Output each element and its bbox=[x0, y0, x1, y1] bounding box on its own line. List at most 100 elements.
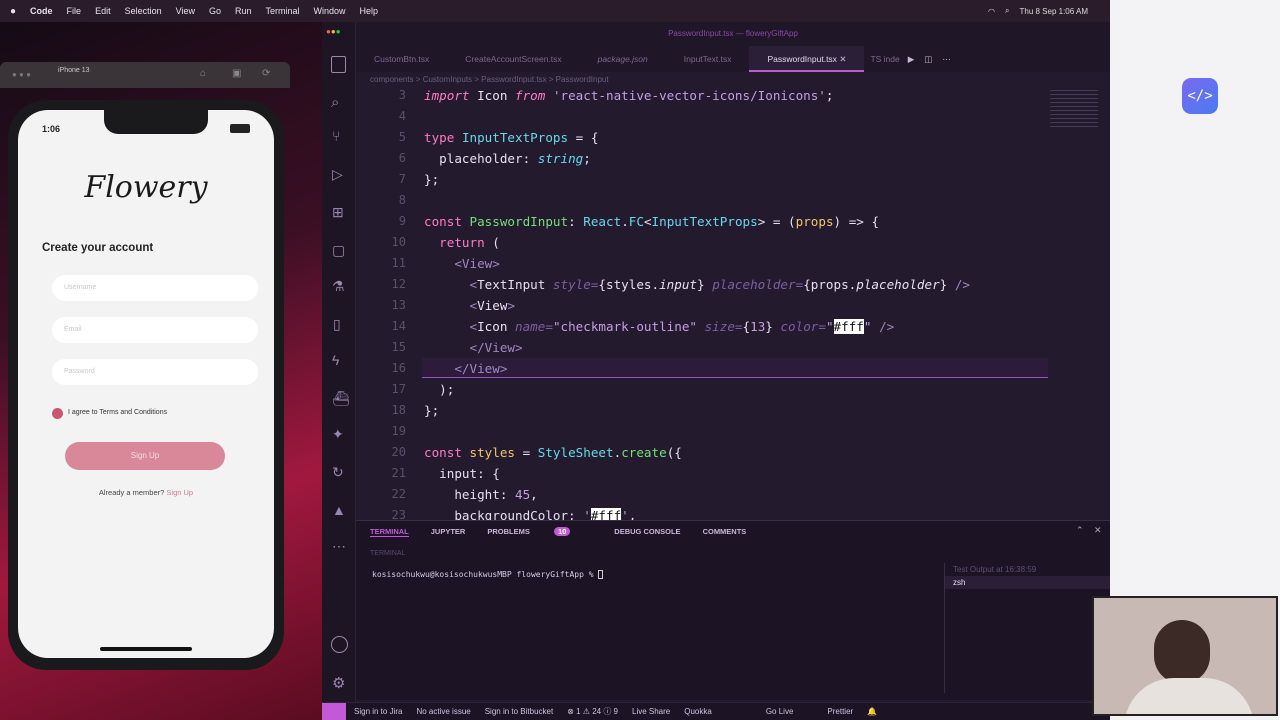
editor-tabs: CustomBtn.tsx CreateAccountScreen.tsx pa… bbox=[356, 46, 1110, 72]
menu-terminal[interactable]: Terminal bbox=[266, 6, 300, 16]
bottom-panel: TERMINAL JUPYTER PROBLEMS 10 DEBUG CONSO… bbox=[356, 520, 1110, 700]
remote-indicator[interactable] bbox=[322, 702, 346, 720]
menu-run[interactable]: Run bbox=[235, 6, 252, 16]
email-field[interactable]: Email bbox=[52, 317, 258, 343]
window-controls[interactable]: ●●● bbox=[326, 27, 341, 36]
home-icon[interactable]: ⌂ bbox=[200, 68, 206, 79]
wifi-icon[interactable]: ◠ bbox=[988, 7, 995, 16]
line-number: 4 bbox=[398, 109, 406, 123]
more-actions-icon[interactable]: ⋯ bbox=[942, 54, 951, 65]
status-quokka[interactable]: Quokka bbox=[684, 707, 712, 716]
line-number: 11 bbox=[391, 256, 406, 270]
accounts-icon[interactable] bbox=[331, 636, 348, 653]
iphone-simulator: 1:06 Flowery Create your account Usernam… bbox=[8, 100, 284, 670]
extensions-icon[interactable]: ⊞ bbox=[332, 204, 344, 221]
person-silhouette bbox=[1154, 620, 1210, 684]
menu-file[interactable]: File bbox=[67, 6, 82, 16]
line-number: 3 bbox=[398, 88, 406, 102]
code-line: ); bbox=[424, 382, 455, 397]
menu-help[interactable]: Help bbox=[360, 6, 379, 16]
tab-createaccountscreen[interactable]: CreateAccountScreen.tsx bbox=[447, 46, 579, 72]
menu-app-name[interactable]: Code bbox=[30, 6, 53, 16]
menu-selection[interactable]: Selection bbox=[125, 6, 162, 16]
menu-window[interactable]: Window bbox=[314, 6, 346, 16]
person-shoulders bbox=[1124, 678, 1254, 714]
status-go-live[interactable]: Go Live bbox=[766, 707, 794, 716]
rotate-icon[interactable]: ⟳ bbox=[262, 68, 270, 79]
terminal-section-label: TERMINAL bbox=[370, 550, 406, 557]
battery-icon bbox=[230, 124, 250, 133]
status-prettier[interactable]: Prettier bbox=[827, 707, 853, 716]
tab-passwordinput[interactable]: PasswordInput.tsx ✕ bbox=[749, 46, 865, 72]
tab-problems[interactable]: PROBLEMS 10 bbox=[487, 527, 592, 537]
search-icon[interactable]: ⌕ bbox=[1005, 6, 1009, 16]
code-editor[interactable]: 3 4 5 6 7 8 9 10 11 12 13 14 15 16 17 18… bbox=[356, 86, 1076, 523]
menu-edit[interactable]: Edit bbox=[95, 6, 111, 16]
simulator-device-name: iPhone 13 bbox=[58, 67, 90, 74]
tab-inputtext[interactable]: InputText.tsx bbox=[666, 46, 750, 72]
more-icon[interactable]: ⋯ bbox=[332, 538, 346, 555]
terminal-list: Test Output at 16:38:59 zsh bbox=[944, 563, 1110, 693]
status-live-share[interactable]: Live Share bbox=[632, 707, 670, 716]
menubar-clock[interactable]: Thu 8 Sep 1:06 AM bbox=[1020, 7, 1089, 16]
extension-pack-icon[interactable]: ✦ bbox=[332, 426, 344, 443]
status-jira[interactable]: Sign in to Jira bbox=[354, 707, 402, 716]
live-share-icon[interactable]: ↻ bbox=[332, 464, 344, 481]
sign-up-button[interactable]: Sign Up bbox=[65, 442, 225, 470]
terminal-prompt[interactable]: kosisochukwu@kosisochukwusMBP floweryGif… bbox=[372, 570, 604, 579]
status-issue[interactable]: No active issue bbox=[416, 707, 470, 716]
search-icon[interactable]: ⌕ bbox=[331, 94, 339, 111]
status-bitbucket[interactable]: Sign in to Bitbucket bbox=[485, 707, 553, 716]
run-debug-icon[interactable]: ▷ bbox=[332, 166, 343, 183]
window-title: PasswordInput.tsx — floweryGiftApp bbox=[356, 22, 1110, 46]
screenshot-icon[interactable]: ▣ bbox=[232, 68, 241, 79]
minimap[interactable] bbox=[1050, 90, 1098, 130]
remote-icon[interactable]: ▢ bbox=[332, 242, 345, 259]
tab-terminal[interactable]: TERMINAL bbox=[370, 527, 409, 537]
already-member-row: Already a member? Sign Up bbox=[18, 488, 274, 497]
password-field[interactable]: Password bbox=[52, 359, 258, 385]
panel-tabs: TERMINAL JUPYTER PROBLEMS 10 DEBUG CONSO… bbox=[370, 527, 768, 537]
menu-go[interactable]: Go bbox=[209, 6, 221, 16]
sign-in-link[interactable]: Sign Up bbox=[166, 488, 193, 497]
breadcrumb[interactable]: components > CustomInputs > PasswordInpu… bbox=[370, 75, 609, 84]
menu-view[interactable]: View bbox=[176, 6, 195, 16]
tab-jupyter[interactable]: JUPYTER bbox=[431, 527, 466, 537]
apple-icon[interactable]: ● bbox=[10, 6, 16, 17]
azure-icon[interactable]: ▲ bbox=[332, 502, 346, 518]
tab-debug-console[interactable]: DEBUG CONSOLE bbox=[614, 527, 680, 537]
code-line: height: 45, bbox=[424, 487, 538, 502]
testing-icon[interactable]: ⚗ bbox=[332, 278, 345, 295]
thunder-client-icon[interactable]: ϟ bbox=[332, 352, 339, 368]
terms-checkbox[interactable] bbox=[52, 408, 63, 419]
device-icon[interactable]: ▯ bbox=[333, 316, 341, 333]
tab-comments[interactable]: COMMENTS bbox=[703, 527, 747, 537]
run-icon[interactable]: ▶ bbox=[908, 54, 915, 65]
app-icon[interactable]: </> bbox=[1182, 78, 1218, 114]
username-field[interactable]: Username bbox=[52, 275, 258, 301]
tab-package-json[interactable]: package.json bbox=[580, 46, 666, 72]
explorer-icon[interactable] bbox=[331, 56, 346, 73]
source-control-icon[interactable]: ⑂ bbox=[332, 128, 340, 144]
status-problems[interactable]: ⊗ 1 ⚠ 24 ⓘ 9 bbox=[567, 706, 618, 717]
code-line: placeholder: string; bbox=[424, 151, 591, 166]
terminal-list-item-zsh[interactable]: zsh bbox=[945, 576, 1110, 589]
problems-count-badge: 10 bbox=[553, 527, 571, 536]
code-line: return ( bbox=[439, 235, 500, 250]
window-controls[interactable]: ● ● ● bbox=[12, 70, 31, 79]
terminal-list-item-test-output[interactable]: Test Output at 16:38:59 bbox=[945, 563, 1110, 576]
tab-index[interactable]: TS inde bbox=[864, 46, 905, 72]
notifications-bell-icon[interactable]: 🔔 bbox=[867, 707, 877, 716]
line-number: 12 bbox=[391, 277, 406, 291]
docker-icon[interactable]: ⛴ bbox=[332, 390, 350, 407]
line-number: 10 bbox=[391, 235, 406, 249]
tab-problems-label: PROBLEMS bbox=[487, 527, 530, 536]
line-number: 16 bbox=[391, 361, 406, 375]
close-panel-icon[interactable]: ✕ bbox=[1094, 525, 1102, 536]
split-editor-icon[interactable]: ◫ bbox=[924, 54, 932, 65]
close-tab-icon[interactable]: ✕ bbox=[839, 54, 846, 64]
settings-gear-icon[interactable]: ⚙ bbox=[332, 674, 345, 692]
maximize-panel-icon[interactable]: ⌃ bbox=[1076, 525, 1084, 536]
code-line: }; bbox=[424, 172, 440, 187]
tab-custombtn[interactable]: CustomBtn.tsx bbox=[356, 46, 447, 72]
